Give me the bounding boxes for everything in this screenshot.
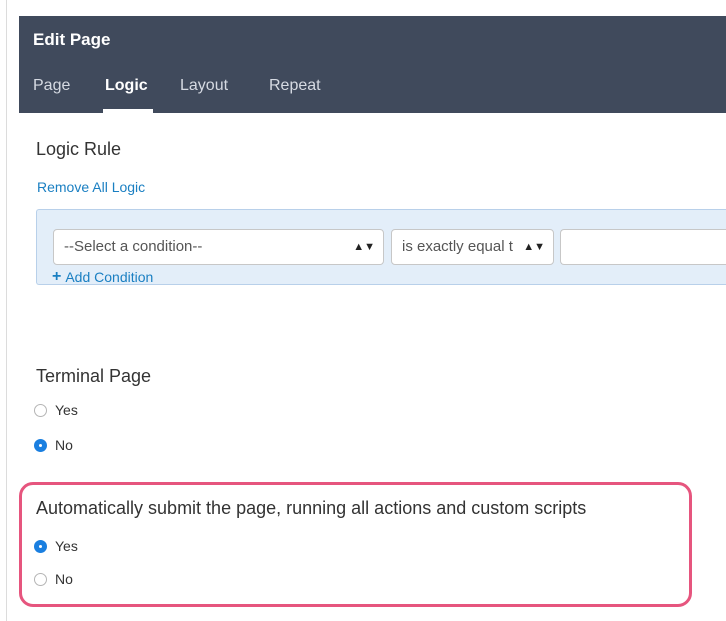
tab-logic[interactable]: Logic [105,77,148,95]
logic-rule-heading: Logic Rule [36,139,122,159]
operator-select[interactable]: is exactly equal t ▲▼ [391,229,554,265]
radio-label: No [55,571,73,587]
radio-label: Yes [55,538,78,554]
terminal-page-no-option[interactable]: No [34,436,73,454]
remove-all-logic-link[interactable]: Remove All Logic [37,179,145,195]
tab-layout[interactable]: Layout [180,77,228,95]
plus-icon: + [52,268,62,285]
active-tab-indicator [103,109,153,113]
tab-page[interactable]: Page [33,77,70,95]
left-panel-border [6,0,7,621]
radio-label: Yes [55,402,78,418]
radio-unchecked-icon[interactable] [34,403,47,417]
header-title: Edit Page [33,30,111,49]
condition-value-input[interactable] [560,229,726,265]
select-arrows-icon: ▲▼ [523,241,545,253]
radio-unchecked-icon[interactable] [34,572,47,586]
operator-select-value: is exactly equal t [402,238,513,255]
auto-submit-heading: Automatically submit the page, running a… [36,498,587,518]
condition-select-value: --Select a condition-- [64,238,203,255]
add-condition-label: Add Condition [65,269,154,285]
radio-checked-icon[interactable] [34,438,47,452]
radio-checked-icon[interactable] [34,539,47,553]
radio-label: No [55,437,73,453]
terminal-page-heading: Terminal Page [36,366,152,386]
add-condition-link[interactable]: + Add Condition [52,268,153,286]
edit-page-header: Edit Page Page Logic Layout Repeat [19,16,726,113]
select-arrows-icon: ▲▼ [353,241,375,253]
auto-submit-yes-option[interactable]: Yes [34,537,78,555]
auto-submit-no-option[interactable]: No [34,570,73,588]
condition-select[interactable]: --Select a condition-- ▲▼ [53,229,384,265]
tab-repeat[interactable]: Repeat [269,77,321,95]
terminal-page-yes-option[interactable]: Yes [34,401,78,419]
